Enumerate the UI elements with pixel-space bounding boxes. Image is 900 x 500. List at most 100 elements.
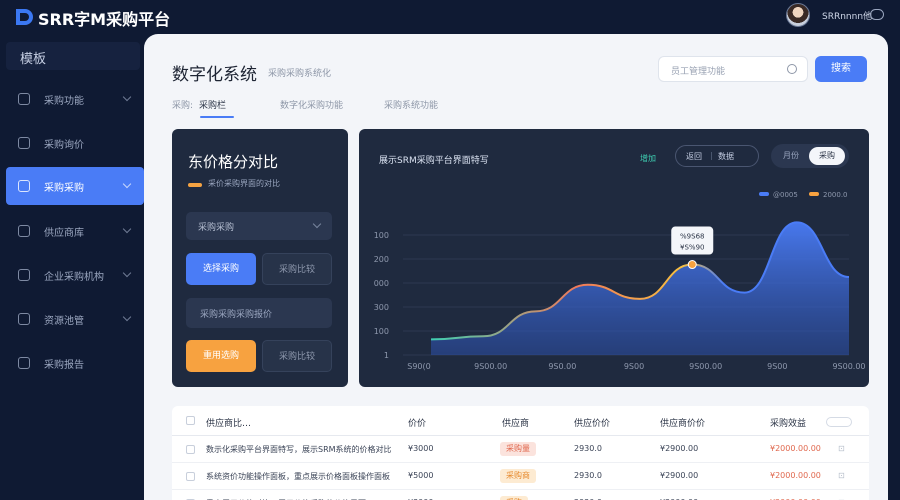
cart-icon [18, 180, 30, 192]
y-tick-label: 300 [374, 303, 389, 312]
col-header: 供应商 [502, 419, 530, 429]
table-header-icon[interactable] [186, 416, 195, 425]
row-action-icon[interactable]: ⊡ [838, 471, 845, 480]
sidebar-item-label: 采购功能 [44, 95, 84, 107]
sidebar-item-label: 采购报告 [44, 359, 84, 371]
data-table: 供应商比… 价价 供应商 供应价价 供应商价价 采购效益 数示化采购平台界面特写… [172, 406, 869, 500]
tab-underline [200, 116, 234, 118]
folder-icon [18, 313, 30, 325]
grid-icon [18, 93, 30, 105]
highlight-point [687, 260, 697, 270]
row-action-icon[interactable]: ⊡ [838, 444, 845, 453]
chart-title: 展示SRM采购平台界面特写 [379, 156, 489, 166]
toggle-purchase[interactable]: 采购 [809, 147, 845, 165]
select-purchase-button[interactable]: 选择采购 [186, 253, 256, 285]
tooltip-line: ¥S%90 [680, 244, 704, 252]
search-placeholder: 员工管理功能 [671, 67, 726, 77]
col-header: 供应商价价 [660, 419, 706, 429]
sidebar-item-resources[interactable]: 资源池管 [6, 300, 144, 338]
sidebar-item-suppliers[interactable]: 供应商库 [6, 212, 144, 250]
search-icon[interactable] [787, 64, 797, 74]
compare-select[interactable]: 采购采购 [186, 212, 332, 240]
row-checkbox[interactable] [186, 472, 195, 481]
quote-input[interactable]: 采购采购采购报价 [186, 298, 332, 328]
legend-swatch [809, 192, 819, 196]
col-header: 采购效益 [770, 419, 807, 429]
legend-dot [188, 183, 202, 187]
x-tick-label: 9S0.00 [548, 362, 576, 371]
chevron-down-icon [122, 179, 132, 189]
sidebar-item-label: 采购询价 [44, 139, 84, 151]
chevron-down-icon [122, 92, 132, 102]
col-header: 供应商比… [206, 419, 252, 429]
box-icon [18, 225, 30, 237]
user-avatar[interactable] [786, 3, 810, 27]
top-bar: SRR字M采购平台 SRRnnnn他 [0, 0, 900, 34]
chevron-down-icon [122, 312, 132, 322]
table-cell: 系统资价功能操作面板，重点展示价格面板操作面板 [206, 472, 390, 481]
table-header: 供应商比… 价价 供应商 供应价价 供应商价价 采购效益 [172, 406, 869, 436]
srm-logo-icon[interactable] [14, 7, 34, 27]
x-tick-label: 9S00.00 [689, 362, 722, 371]
status-badge: 采购 [500, 496, 528, 500]
compare-button[interactable]: 采购比较 [262, 253, 332, 285]
table-cell: ¥5000 [408, 471, 434, 480]
table-cell: ¥2900.00 [660, 444, 699, 453]
sidebar: 模板 采购功能 采购询价 采购采购 供应商库 企业采购机构 资源池管 采购报告 [0, 34, 144, 500]
tab-purchase[interactable]: 采购栏 [199, 98, 226, 111]
table-row[interactable]: 数示化采购平台界面特写，展示SRM系统的价格对比 ¥3000 采购量 2930.0 ¥2… [172, 436, 869, 463]
y-tick-label: 1 [384, 351, 389, 360]
row-checkbox[interactable] [186, 445, 195, 454]
sidebar-item-reports[interactable]: 采购报告 [6, 344, 144, 382]
sidebar-item-label: 采购采购 [44, 182, 84, 194]
reuse-button[interactable]: 重用选购 [186, 340, 256, 372]
col-header: 价价 [408, 419, 427, 429]
chat-bubble-icon[interactable] [870, 9, 884, 20]
page-title: 数字化系统 [172, 65, 257, 85]
doc-icon [18, 137, 30, 149]
app-title: SRR字M采购平台 [38, 10, 171, 29]
sidebar-item-procurement[interactable]: 采购功能 [6, 80, 144, 118]
search-input[interactable]: 员工管理功能 [658, 56, 808, 82]
table-row[interactable]: 系统资价功能操作面板，重点展示价格面板操作面板 ¥5000 采购商 2930.0 ¥29… [172, 463, 869, 490]
segment-divider: | [710, 151, 713, 160]
sidebar-item-org[interactable]: 企业采购机构 [6, 256, 144, 294]
view-toggle[interactable]: 月份 采购 [771, 144, 849, 168]
legend-label: 2000.0 [823, 191, 848, 199]
legend-swatch [759, 192, 769, 196]
sidebar-item-label: 资源池管 [44, 315, 84, 327]
segment-left[interactable]: 返回 [686, 151, 702, 162]
table-row[interactable]: 重点展示价格对比，展示价格采购的价格界面¥3000采购2930.0¥2000.0… [172, 490, 869, 500]
table-cell: 2930.0 [574, 471, 602, 480]
compare-secondary-button[interactable]: 采购比较 [262, 340, 332, 372]
sidebar-item-purchase[interactable]: 采购采购 [6, 167, 144, 205]
username[interactable]: SRRnnnn他 [822, 9, 872, 22]
table-cell: ¥2000.00.00 [770, 444, 821, 453]
col-header: 供应价价 [574, 419, 611, 429]
y-tick-label: 100 [374, 231, 389, 240]
chevron-down-icon [312, 219, 322, 229]
column-toggle[interactable] [826, 417, 852, 427]
tooltip-line: %9S68 [680, 233, 704, 241]
table-cell: 2930.0 [574, 444, 602, 453]
tab-system[interactable]: 采购系统功能 [384, 98, 438, 111]
search-button[interactable]: 搜索 [815, 56, 867, 82]
x-tick-label: S90(0 [407, 362, 430, 371]
chart-card: 100 200 000 300 100 1 S90(0 9S00.00 9S0.00 9S00 9S… [359, 129, 869, 387]
sidebar-item-inquiry[interactable]: 采购询价 [6, 124, 144, 162]
tab-label: 采购: [172, 101, 194, 111]
segment-control[interactable]: 返回 | 数据 [675, 145, 759, 167]
table-cell: ¥3000 [408, 444, 434, 453]
x-tick-label: 9S00 [767, 362, 787, 371]
x-tick-label: 9S00.00 [474, 362, 507, 371]
compare-title: 东价格分对比 [188, 153, 279, 171]
y-tick-label: 100 [374, 327, 389, 336]
sidebar-heading: 模板 [6, 42, 140, 70]
sidebar-item-label: 企业采购机构 [44, 271, 104, 283]
compare-card: 东价格分对比 采价采购界面的对比 采购采购 选择采购 采购比较 采购采购采购报价… [172, 129, 348, 387]
segment-right[interactable]: 数据 [718, 151, 734, 162]
tab-digital[interactable]: 数字化采购功能 [280, 98, 343, 111]
table-cell: ¥2000.00.00 [770, 471, 821, 480]
toggle-month[interactable]: 月份 [783, 150, 799, 161]
status-badge: 采购量 [500, 442, 536, 456]
